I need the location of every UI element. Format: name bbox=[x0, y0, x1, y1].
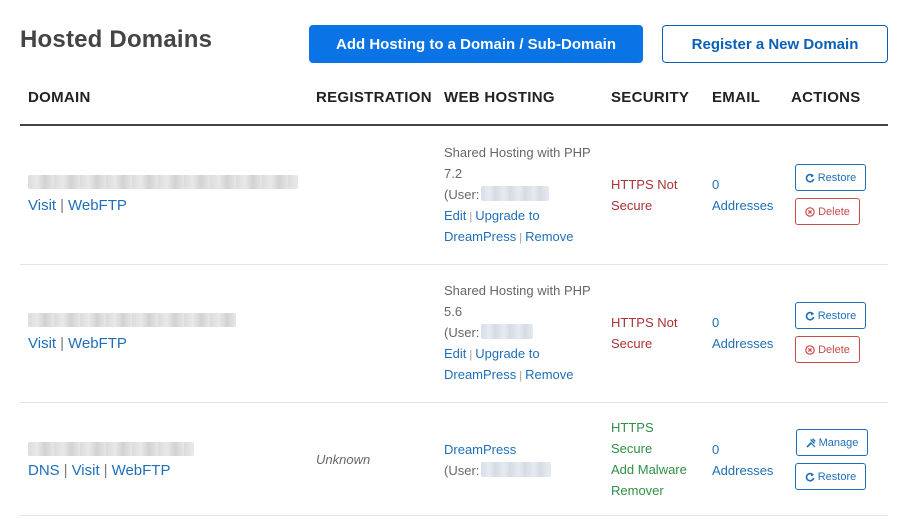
tools-icon bbox=[806, 437, 816, 448]
domain-links: DNS | Visit | WebFTP bbox=[28, 462, 171, 479]
domain-links: Visit | WebFTP bbox=[28, 197, 127, 214]
delete-button[interactable]: Delete bbox=[795, 336, 860, 363]
column-header-web-hosting: WEB HOSTING bbox=[444, 89, 555, 106]
refresh-icon bbox=[805, 173, 815, 183]
security-status-2: Secure bbox=[611, 441, 653, 456]
page-title: Hosted Domains bbox=[20, 26, 213, 53]
hosting-actions: Edit | Upgrade to bbox=[444, 208, 540, 223]
php-version: 7.2 bbox=[444, 166, 463, 181]
email-addresses-link[interactable]: Addresses bbox=[712, 333, 773, 354]
visit-link[interactable]: Visit bbox=[28, 335, 56, 352]
delete-button[interactable]: Delete bbox=[795, 198, 860, 225]
column-header-email: EMAIL bbox=[712, 89, 761, 106]
hosting-actions: Edit | Upgrade to bbox=[444, 346, 540, 361]
email-count[interactable]: 0 bbox=[712, 439, 719, 460]
dns-link[interactable]: DNS bbox=[28, 462, 60, 479]
hosting-type: Shared Hosting with PHP bbox=[444, 145, 591, 160]
redacted-username bbox=[481, 186, 549, 201]
delete-label: Delete bbox=[818, 343, 850, 356]
remove-link[interactable]: Remove bbox=[525, 367, 573, 382]
security-status-2: Secure bbox=[611, 336, 653, 351]
column-header-security: SECURITY bbox=[611, 89, 690, 106]
hosting-actions-2: DreamPress | Remove bbox=[444, 229, 574, 244]
security-status: HTTPS bbox=[611, 420, 654, 435]
restore-button[interactable]: Restore bbox=[795, 164, 866, 191]
hosting-actions-2: DreamPress | Remove bbox=[444, 367, 574, 382]
dreampress-link[interactable]: DreamPress bbox=[444, 229, 516, 244]
column-header-domain: DOMAIN bbox=[28, 89, 91, 106]
add-hosting-button[interactable]: Add Hosting to a Domain / Sub-Domain bbox=[309, 25, 643, 63]
row-divider bbox=[20, 515, 888, 516]
edit-link[interactable]: Edit bbox=[444, 208, 466, 223]
edit-link[interactable]: Edit bbox=[444, 346, 466, 361]
delete-label: Delete bbox=[818, 205, 850, 218]
email-addresses-link[interactable]: Addresses bbox=[712, 195, 773, 216]
restore-button[interactable]: Restore bbox=[795, 302, 866, 329]
dreampress-link[interactable]: DreamPress bbox=[444, 367, 516, 382]
visit-link[interactable]: Visit bbox=[72, 462, 100, 479]
manage-label: Manage bbox=[818, 436, 859, 449]
refresh-icon bbox=[805, 311, 815, 321]
email-count[interactable]: 0 bbox=[712, 312, 719, 333]
upgrade-link[interactable]: Upgrade to bbox=[475, 346, 539, 361]
circle-x-icon bbox=[805, 206, 815, 217]
security-status: HTTPS Not bbox=[611, 177, 678, 192]
redacted-domain-name bbox=[28, 313, 236, 327]
domain-links: Visit | WebFTP bbox=[28, 335, 127, 352]
webftp-link[interactable]: WebFTP bbox=[68, 197, 127, 214]
circle-x-icon bbox=[805, 344, 815, 355]
hosting-user: (User: bbox=[444, 187, 480, 202]
refresh-icon bbox=[805, 472, 815, 482]
row-divider bbox=[20, 264, 888, 265]
column-header-registration: REGISTRATION bbox=[316, 89, 432, 106]
hosting-type: Shared Hosting with PHP bbox=[444, 283, 591, 298]
hosting-user: (User: bbox=[444, 325, 480, 340]
restore-label: Restore bbox=[817, 309, 857, 322]
manage-button[interactable]: Manage bbox=[796, 429, 868, 456]
column-header-actions: ACTIONS bbox=[791, 89, 861, 106]
email-addresses-link[interactable]: Addresses bbox=[712, 460, 773, 481]
add-malware-remover-link[interactable]: Add Malware bbox=[611, 459, 687, 480]
redacted-username bbox=[481, 462, 551, 477]
header-divider bbox=[20, 124, 888, 126]
webftp-link[interactable]: WebFTP bbox=[112, 462, 171, 479]
hosting-user: (User: bbox=[444, 463, 480, 478]
redacted-domain-name bbox=[28, 442, 194, 456]
upgrade-link[interactable]: Upgrade to bbox=[475, 208, 539, 223]
redacted-username bbox=[481, 324, 533, 339]
security-status-2: Secure bbox=[611, 198, 653, 213]
hosting-type-link[interactable]: DreamPress bbox=[444, 439, 516, 460]
restore-label: Restore bbox=[817, 470, 857, 483]
email-count[interactable]: 0 bbox=[712, 174, 719, 195]
row-divider bbox=[20, 402, 888, 403]
restore-label: Restore bbox=[817, 171, 857, 184]
php-version: 5.6 bbox=[444, 304, 463, 319]
webftp-link[interactable]: WebFTP bbox=[68, 335, 127, 352]
registration-status: Unknown bbox=[316, 452, 371, 467]
security-status: HTTPS Not bbox=[611, 315, 678, 330]
restore-button[interactable]: Restore bbox=[795, 463, 866, 490]
add-malware-remover-link-2[interactable]: Remover bbox=[611, 480, 664, 501]
register-domain-button[interactable]: Register a New Domain bbox=[662, 25, 888, 63]
remove-link[interactable]: Remove bbox=[525, 229, 573, 244]
visit-link[interactable]: Visit bbox=[28, 197, 56, 214]
redacted-domain-name bbox=[28, 175, 298, 189]
